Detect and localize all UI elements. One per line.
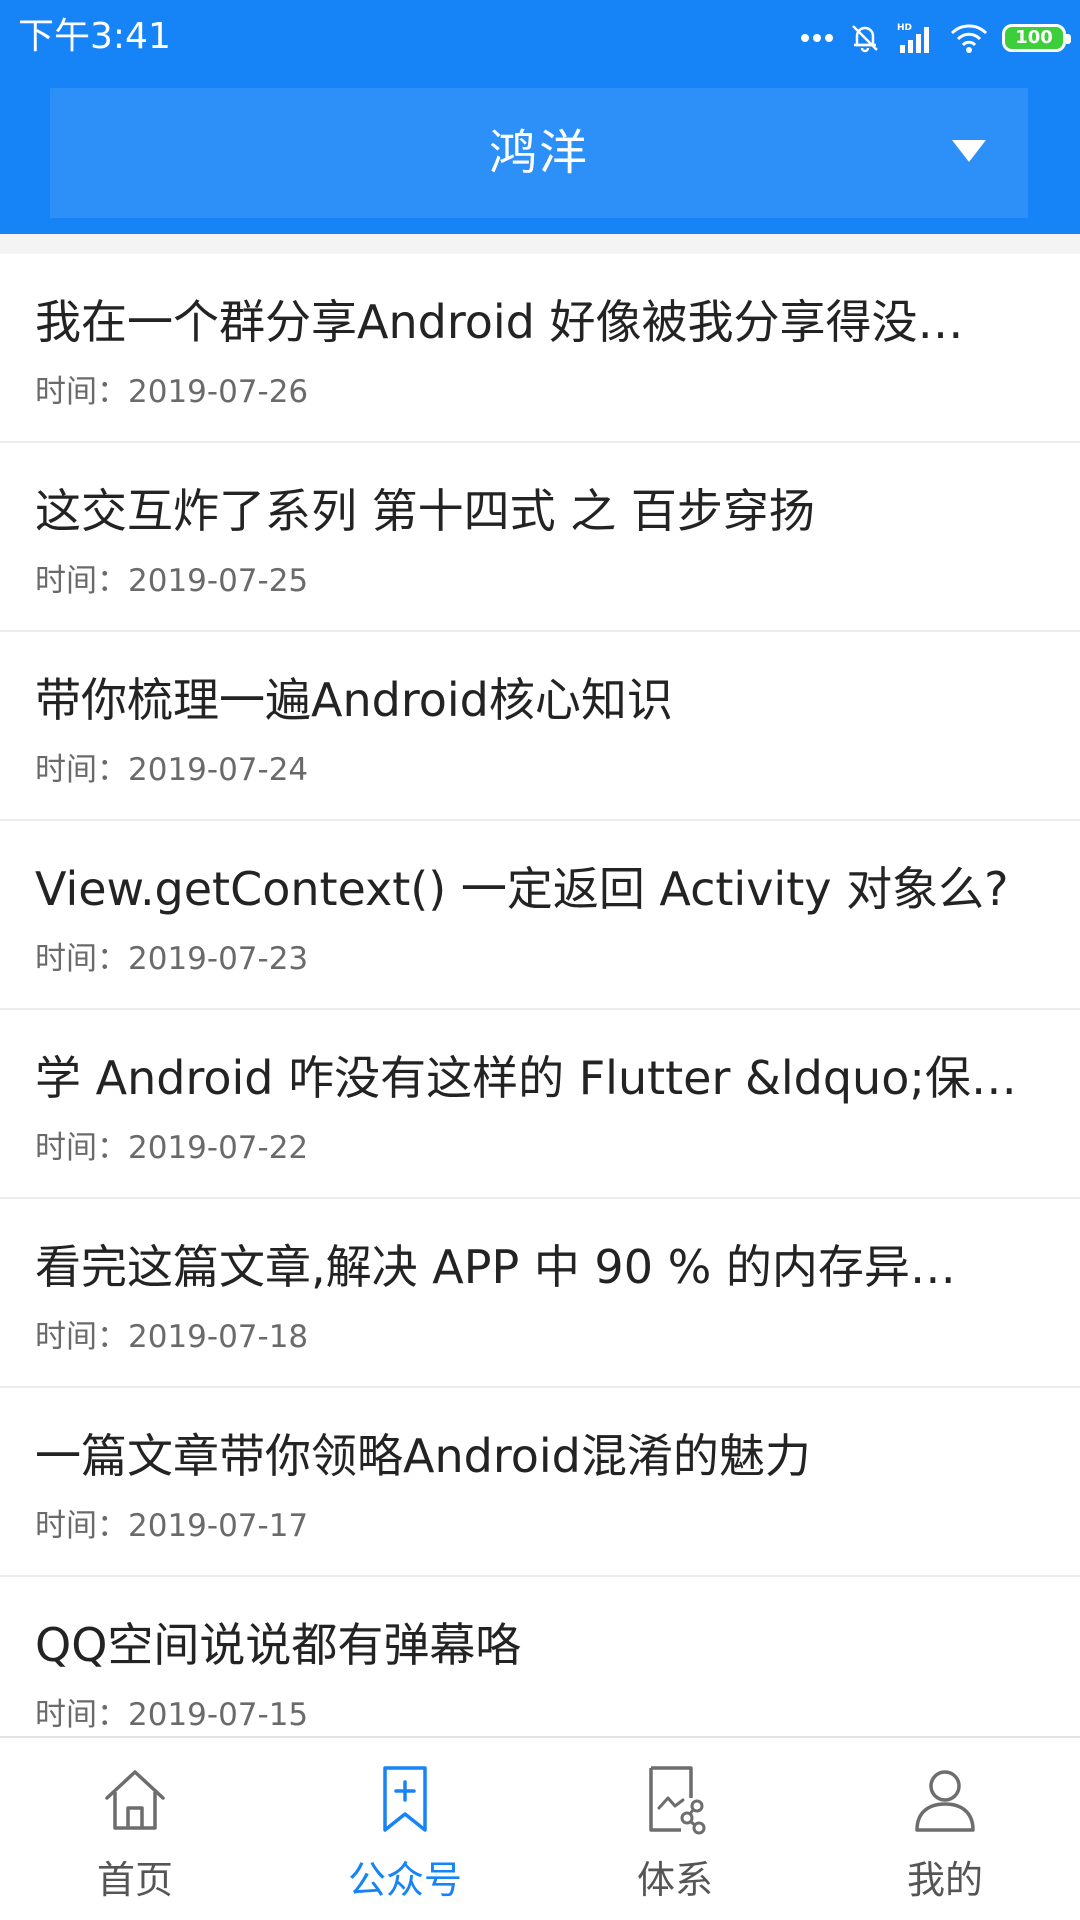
article-title: 一篇文章带你领略Android混淆的魅力 bbox=[35, 1429, 811, 1483]
article-item[interactable]: View.getContext() 一定返回 Activity 对象么? 时间：… bbox=[0, 821, 1080, 1010]
account-dropdown[interactable]: 鸿洋 bbox=[50, 88, 1028, 218]
caret-down-icon bbox=[952, 140, 986, 162]
article-item[interactable]: 我在一个群分享Android 好像被我分享得没… 时间：2019-07-26 bbox=[0, 254, 1080, 443]
article-title: 学 Android 咋没有这样的 Flutter &ldquo;保… bbox=[35, 1051, 1017, 1105]
status-time: 下午3:41 bbox=[18, 16, 171, 57]
article-title: 这交互炸了系列 第十四式 之 百步穿扬 bbox=[35, 484, 815, 538]
bookmark-add-icon bbox=[365, 1760, 445, 1840]
article-date: 时间：2019-07-24 bbox=[35, 752, 309, 788]
article-list[interactable]: 我在一个群分享Android 好像被我分享得没… 时间：2019-07-26 这… bbox=[0, 254, 1080, 1736]
nav-label-system: 体系 bbox=[636, 1858, 713, 1902]
article-date: 时间：2019-07-23 bbox=[35, 941, 309, 977]
article-title: 我在一个群分享Android 好像被我分享得没… bbox=[35, 295, 964, 349]
nav-item-official-accounts[interactable]: 公众号 bbox=[270, 1738, 540, 1920]
hd-signal-icon: HD bbox=[896, 21, 936, 55]
article-title: View.getContext() 一定返回 Activity 对象么? bbox=[35, 862, 1009, 916]
system-tree-icon bbox=[635, 1760, 715, 1840]
status-icons: HD 100 bbox=[800, 16, 1071, 60]
article-title: 带你梳理一遍Android核心知识 bbox=[35, 673, 673, 727]
article-item[interactable]: 学 Android 咋没有这样的 Flutter &ldquo;保… 时间：20… bbox=[0, 1010, 1080, 1199]
wifi-icon bbox=[950, 22, 988, 54]
user-icon bbox=[905, 1760, 985, 1840]
nav-label-mine: 我的 bbox=[906, 1858, 983, 1902]
battery-level: 100 bbox=[1015, 27, 1053, 48]
article-item[interactable]: 带你梳理一遍Android核心知识 时间：2019-07-24 bbox=[0, 632, 1080, 821]
article-date: 时间：2019-07-25 bbox=[35, 563, 309, 599]
app-header: 下午3:41 HD 100 鸿洋 bbox=[0, 0, 1080, 234]
article-date: 时间：2019-07-22 bbox=[35, 1130, 309, 1166]
svg-text:HD: HD bbox=[897, 23, 912, 33]
alarm-off-icon bbox=[848, 21, 882, 55]
bottom-navigation: 首页 公众号 体系 我的 bbox=[0, 1736, 1080, 1920]
nav-item-home[interactable]: 首页 bbox=[0, 1738, 270, 1920]
status-bar: 下午3:41 HD 100 bbox=[0, 0, 1080, 76]
nav-item-system[interactable]: 体系 bbox=[540, 1738, 810, 1920]
article-date: 时间：2019-07-26 bbox=[35, 374, 309, 410]
article-item[interactable]: 一篇文章带你领略Android混淆的魅力 时间：2019-07-17 bbox=[0, 1388, 1080, 1577]
article-date: 时间：2019-07-18 bbox=[35, 1319, 309, 1355]
nav-item-mine[interactable]: 我的 bbox=[810, 1738, 1080, 1920]
more-dots-icon bbox=[800, 32, 834, 44]
home-icon bbox=[95, 1760, 175, 1840]
article-item[interactable]: 看完这篇文章,解决 APP 中 90 % 的内存异… 时间：2019-07-18 bbox=[0, 1199, 1080, 1388]
nav-label-home: 首页 bbox=[96, 1858, 173, 1902]
account-title: 鸿洋 bbox=[488, 125, 589, 181]
article-title: QQ空间说说都有弹幕咯 bbox=[35, 1618, 522, 1672]
article-title: 看完这篇文章,解决 APP 中 90 % 的内存异… bbox=[35, 1240, 956, 1294]
nav-label-official-accounts: 公众号 bbox=[347, 1858, 462, 1902]
article-item[interactable]: QQ空间说说都有弹幕咯 时间：2019-07-15 bbox=[0, 1577, 1080, 1736]
app-screen: 下午3:41 HD 100 鸿洋 我在一个群分享Android 好像被我分享得没… bbox=[0, 0, 1080, 1920]
article-date: 时间：2019-07-17 bbox=[35, 1508, 309, 1544]
article-date: 时间：2019-07-15 bbox=[35, 1697, 309, 1733]
battery-icon: 100 bbox=[1002, 24, 1071, 52]
article-item[interactable]: 这交互炸了系列 第十四式 之 百步穿扬 时间：2019-07-25 bbox=[0, 443, 1080, 632]
